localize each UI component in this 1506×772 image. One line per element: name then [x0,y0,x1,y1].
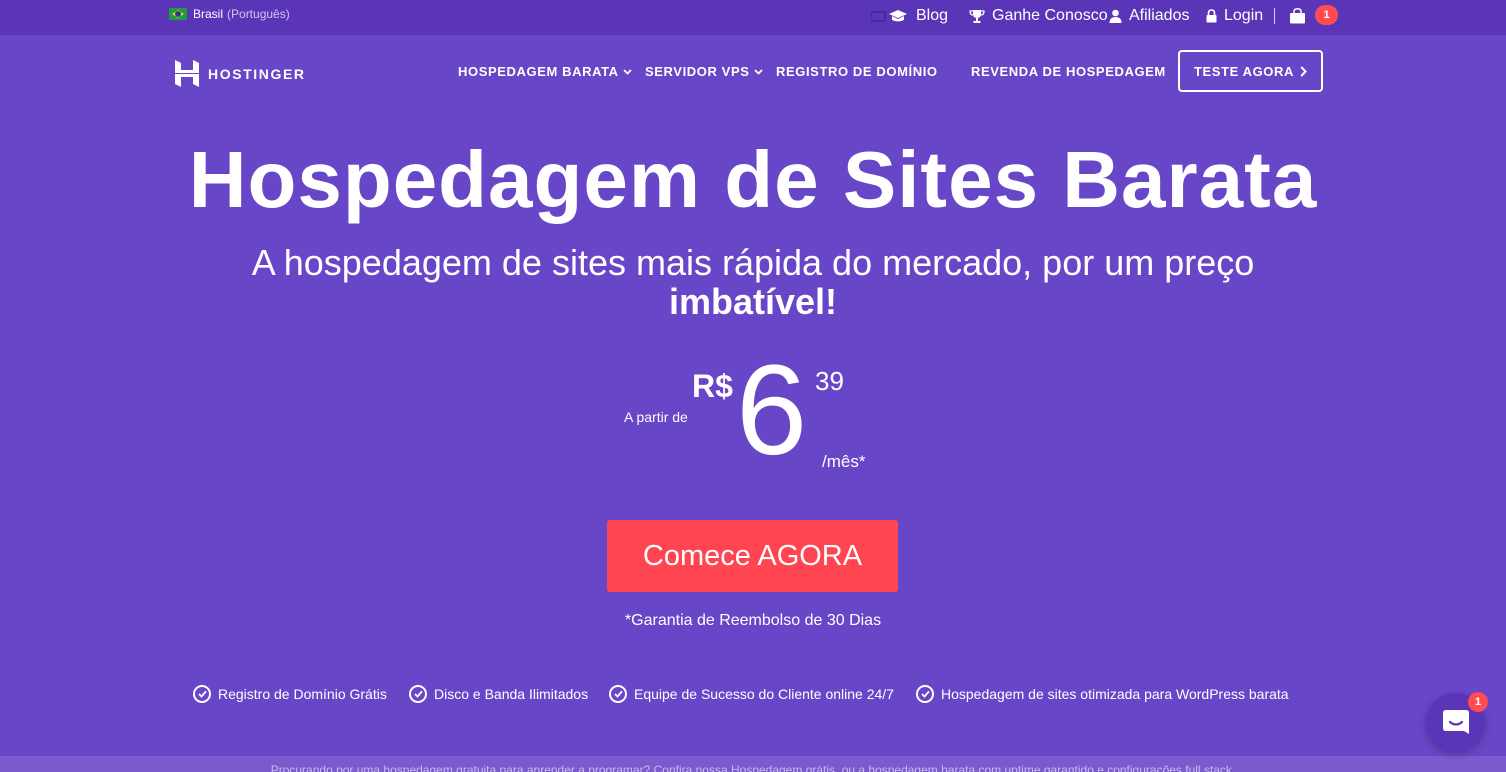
price-prefix: A partir de [624,409,688,425]
cart-count-badge: 1 [1315,5,1338,25]
hostinger-logo[interactable]: HOSTINGER [175,60,306,87]
top-utility-bar: Brasil (Português) Blog Ganhe Conosco Af… [0,0,1506,35]
check-circle-icon [609,685,627,703]
chevron-down-icon [753,68,763,75]
locale-country: Brasil [193,7,224,21]
feature-item: Hospedagem de sites otimizada para WordP… [916,685,1289,703]
nav-item-revenda-de-hospedagem[interactable]: REVENDA DE HOSPEDAGEM [971,64,1166,79]
chevron-down-icon [623,68,632,75]
price-currency: R$ [692,368,733,404]
lock-icon [1206,9,1217,23]
feature-item: Equipe de Sucesso do Cliente online 24/7 [609,685,894,703]
blog-link[interactable]: Blog [871,7,948,25]
topbar-divider [1274,8,1275,24]
locale-language: (Português) [227,7,290,21]
price-integer: 6 [736,339,808,482]
shopping-bag-icon [1290,8,1305,24]
money-back-guarantee: *Garantia de Reembolso de 30 Dias [624,612,882,629]
price-cents: 39 [815,366,844,396]
login-link[interactable]: Login [1206,7,1263,25]
locale-selector[interactable]: Brasil (Português) [169,7,290,21]
price-period: /mês* [822,452,866,471]
hero-subtitle-emphasis: imbatível! [668,281,838,322]
chevron-right-icon [1300,65,1307,77]
info-strip-text: Procurando por uma hospedagem gratuita p… [270,763,1236,772]
graduation-cap-icon [871,10,907,22]
logo-text: HOSTINGER [208,65,306,82]
teste-agora-button[interactable]: TESTE AGORA [1178,50,1323,92]
ganhe-conosco-link[interactable]: Ganhe Conosco [969,7,1108,25]
check-circle-icon [916,685,934,703]
brazil-flag-icon [169,8,187,20]
comece-agora-button[interactable]: Comece AGORA [607,520,898,592]
info-strip: Procurando por uma hospedagem gratuita p… [0,756,1506,772]
hero-subtitle: A hospedagem de sites mais rápida do mer… [251,242,1255,283]
trophy-icon [969,10,985,23]
feature-item: Disco e Banda Ilimitados [409,685,588,703]
nav-item-registro-de-dominio[interactable]: REGISTRO DE DOMÍNIO [776,64,938,79]
nav-item-hospedagem-barata[interactable]: HOSPEDAGEM BARATA [458,64,632,79]
nav-item-servidor-vps[interactable]: SERVIDOR VPS [645,64,763,79]
hostinger-logo-icon [175,60,199,87]
check-circle-icon [409,685,427,703]
hero-title: Hospedagem de Sites Barata [188,135,1318,224]
chat-bubble-icon [1442,709,1469,734]
feature-list: Registro de Domínio Grátis Disco e Banda… [0,685,1506,707]
user-icon [1109,9,1122,23]
chat-notification-badge: 1 [1468,692,1488,712]
cart-button[interactable] [1289,8,1306,29]
feature-item: Registro de Domínio Grátis [193,685,387,703]
check-circle-icon [193,685,211,703]
afiliados-link[interactable]: Afiliados [1109,7,1189,25]
